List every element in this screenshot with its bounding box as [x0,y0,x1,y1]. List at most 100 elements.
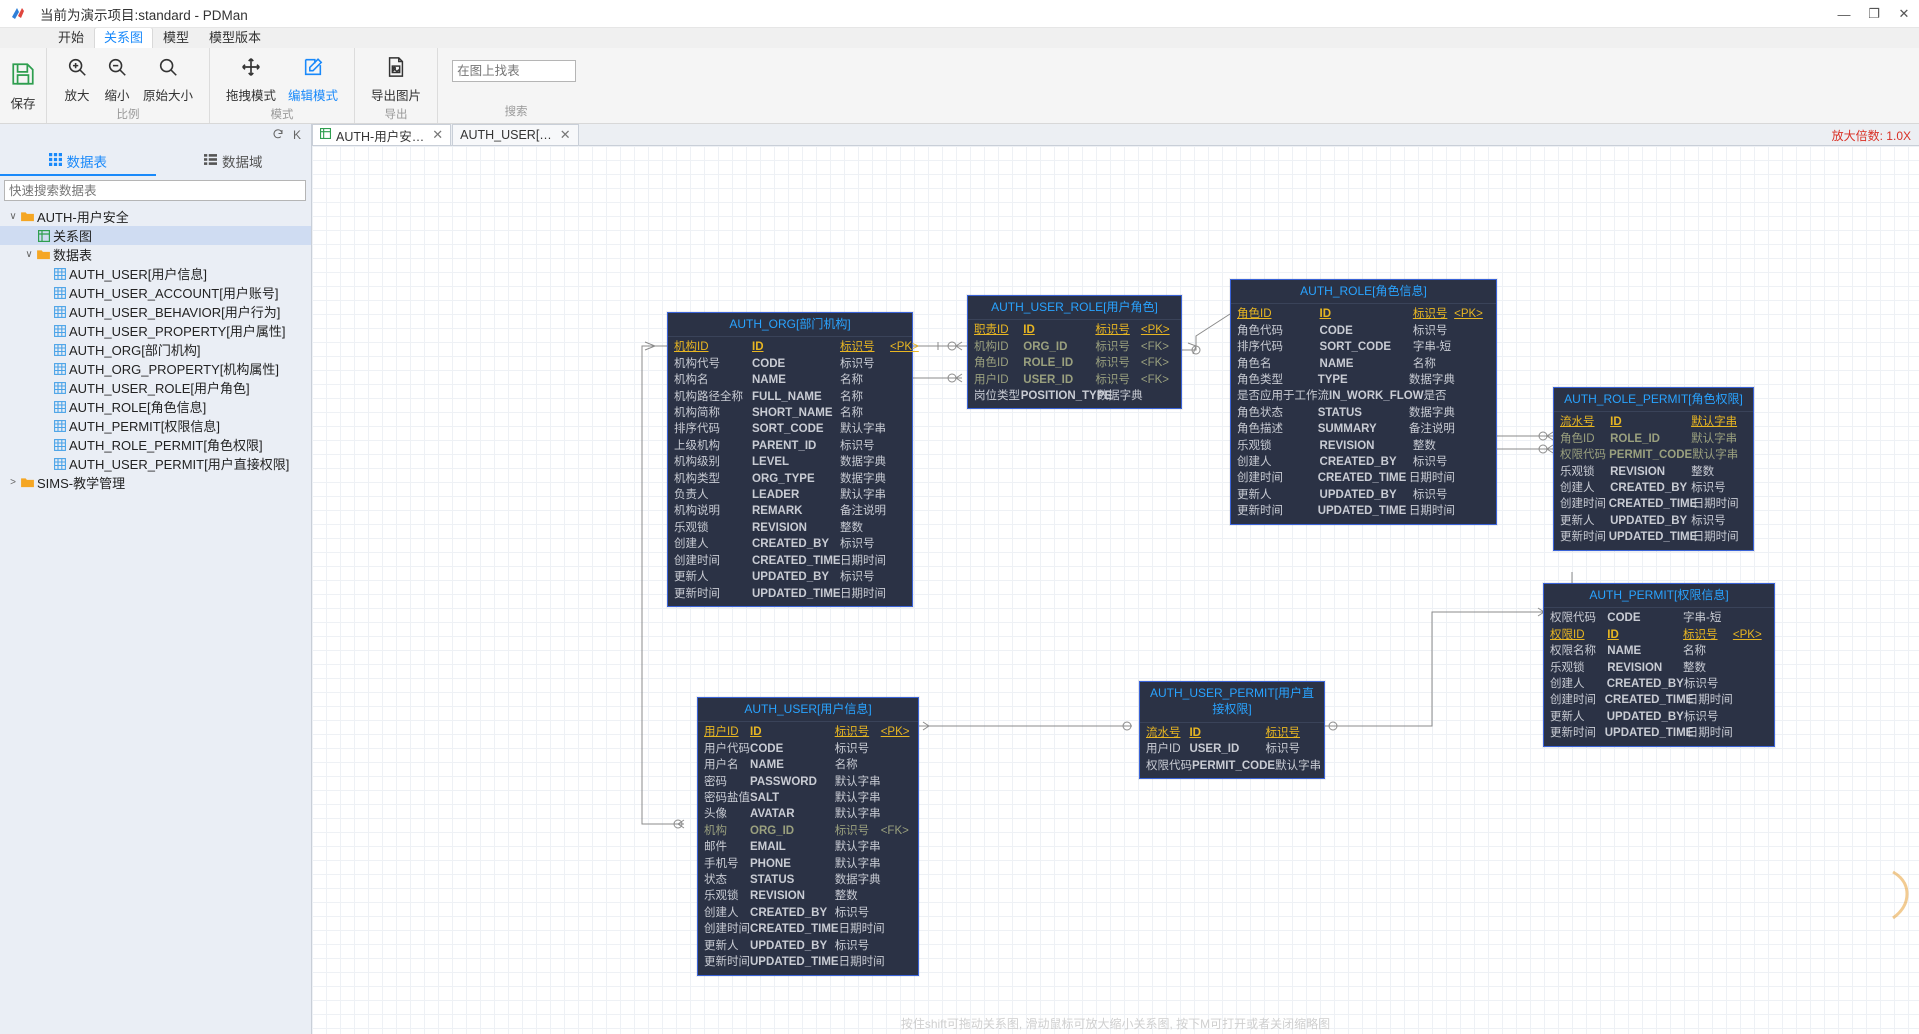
tree-item[interactable]: AUTH_ORG_PROPERTY[机构属性] [0,359,311,378]
er-table-row[interactable]: 权限名称 NAME 名称 [1550,643,1768,659]
er-table-row[interactable]: 状态 STATUS 数据字典 [704,872,912,888]
er-table-row[interactable]: 流水号 ID 默认字串 [1560,414,1747,430]
er-table-row[interactable]: 更新时间 UPDATED_TIME 日期时间 [704,954,912,970]
tree-item[interactable]: AUTH_ROLE_PERMIT[角色权限] [0,435,311,454]
menu-item-model-version[interactable]: 模型版本 [199,27,271,48]
er-table-row[interactable]: 机构ID ID 标识号 <PK> [674,339,919,355]
er-table-row[interactable]: 创建人 CREATED_BY 标识号 [1550,676,1768,692]
er-table[interactable]: AUTH_USER_ROLE[用户角色] 职责ID ID 标识号 <PK> 机构ID ORG… [967,295,1182,410]
er-table-row[interactable]: 更新人 UPDATED_BY 标识号 [704,938,912,954]
find-table-input[interactable] [452,60,577,82]
er-table-row[interactable]: 角色ID ID 标识号 <PK> [1237,306,1490,322]
er-table-row[interactable]: 乐观锁 REVISION 整数 [704,888,912,904]
er-table-row[interactable]: 更新时间 UPDATED_TIME 日期时间 [1237,503,1490,519]
tab-data-domains[interactable]: 数据域 [156,146,312,176]
er-table-row[interactable]: 创建时间 CREATED_TIME 日期时间 [1237,470,1490,486]
er-table-row[interactable]: 角色描述 SUMMARY 备注说明 [1237,421,1490,437]
drag-mode-button[interactable]: 拖拽模式 [220,54,282,106]
er-table-row[interactable]: 机构级别 LEVEL 数据字典 [674,454,906,470]
er-table[interactable]: AUTH_ROLE_PERMIT[角色权限] 流水号 ID 默认字串 角色ID ROLE_… [1553,387,1754,551]
er-table-row[interactable]: 乐观锁 REVISION 整数 [1560,464,1747,480]
chevron-icon[interactable]: ∨ [6,211,20,222]
refresh-icon[interactable] [272,128,284,143]
quick-search-input[interactable] [4,180,306,201]
tree-item[interactable]: AUTH_USER[用户信息] [0,264,311,283]
er-table-row[interactable]: 机构路径全称 FULL_NAME 名称 [674,389,906,405]
er-table-row[interactable]: 用户ID USER_ID 标识号 <FK> [974,372,1175,388]
er-table-row[interactable]: 创建人 CREATED_BY 标识号 [1237,454,1490,470]
maximize-button[interactable]: ❐ [1859,0,1889,28]
er-table-row[interactable]: 上级机构 PARENT_ID 标识号 [674,438,906,454]
er-table-row[interactable]: 乐观锁 REVISION 整数 [674,520,906,536]
er-table-row[interactable]: 创建人 CREATED_BY 标识号 [1560,480,1747,496]
er-table-row[interactable]: 创建时间 CREATED_TIME 日期时间 [704,921,912,937]
er-table[interactable]: AUTH_USER_PERMIT[用户直接权限] 流水号 ID 标识号 用户ID USER… [1139,681,1325,780]
er-table-row[interactable]: 机构 ORG_ID 标识号 <FK> [704,823,912,839]
chevron-icon[interactable]: > [6,477,20,488]
er-table-row[interactable]: 创建人 CREATED_BY 标识号 [674,536,906,552]
er-table-row[interactable]: 权限代码 CODE 字串-短 [1550,610,1768,626]
save-button[interactable]: 保存 [0,48,47,123]
er-table-row[interactable]: 创建时间 CREATED_TIME 日期时间 [1550,692,1768,708]
minimize-button[interactable]: — [1829,0,1859,28]
er-table-row[interactable]: 更新人 UPDATED_BY 标识号 [1237,487,1490,503]
tree-item[interactable]: AUTH_USER_ROLE[用户角色] [0,378,311,397]
er-table-row[interactable]: 创建时间 CREATED_TIME 日期时间 [674,553,906,569]
er-table-row[interactable]: 流水号 ID 标识号 [1146,725,1318,741]
er-table-row[interactable]: 是否应用于工作流 IN_WORK_FLOW 是否 [1237,388,1490,404]
er-table-row[interactable]: 乐观锁 REVISION 整数 [1237,438,1490,454]
tree-item[interactable]: > SIMS-教学管理 [0,473,311,492]
tree-item[interactable]: AUTH_ROLE[角色信息] [0,397,311,416]
er-table-row[interactable]: 密码 PASSWORD 默认字串 [704,774,912,790]
close-icon[interactable]: ✕ [432,127,443,143]
zoom-in-button[interactable]: 放大 [57,54,97,106]
tree-item[interactable]: ∨ 数据表 [0,245,311,264]
tree-item[interactable]: AUTH_USER_BEHAVIOR[用户行为] [0,302,311,321]
er-table-row[interactable]: 手机号 PHONE 默认字串 [704,856,912,872]
close-button[interactable]: ✕ [1889,0,1919,28]
er-table-row[interactable]: 更新人 UPDATED_BY 标识号 [674,569,906,585]
er-table-row[interactable]: 机构说明 REMARK 备注说明 [674,503,906,519]
er-table-row[interactable]: 更新人 UPDATED_BY 标识号 [1560,513,1747,529]
tree-item[interactable]: AUTH_USER_PERMIT[用户直接权限] [0,454,311,473]
chevron-icon[interactable]: ∨ [22,249,36,260]
er-table-row[interactable]: 更新人 UPDATED_BY 标识号 [1550,709,1768,725]
canvas-tab-diagram[interactable]: AUTH-用户安… ✕ [312,124,452,145]
er-table-row[interactable]: 机构代号 CODE 标识号 [674,356,906,372]
tree-item[interactable]: AUTH_PERMIT[权限信息] [0,416,311,435]
er-table-row[interactable]: 角色代码 CODE 标识号 [1237,323,1490,339]
er-table-row[interactable]: 职责ID ID 标识号 <PK> [974,322,1175,338]
er-table-row[interactable]: 邮件 EMAIL 默认字串 [704,839,912,855]
tree-item[interactable]: AUTH_ORG[部门机构] [0,340,311,359]
er-table-row[interactable]: 排序代码 SORT_CODE 字串-短 [1237,339,1490,355]
tree-item[interactable]: AUTH_USER_ACCOUNT[用户账号] [0,283,311,302]
er-table-row[interactable]: 权限代码 PERMIT_CODE 默认字串 [1560,447,1747,463]
er-table-row[interactable]: 更新时间 UPDATED_TIME 日期时间 [1560,529,1747,545]
tree-item[interactable]: ∨ AUTH-用户安全 [0,207,311,226]
tab-data-tables[interactable]: 数据表 [0,146,156,176]
sidebar-collapse-button[interactable]: K [293,128,301,142]
export-image-button[interactable]: 导出图片 [365,54,427,106]
close-icon[interactable]: ✕ [560,127,571,143]
er-table-row[interactable]: 机构名 NAME 名称 [674,372,906,388]
menu-item-start[interactable]: 开始 [48,27,94,48]
er-table-row[interactable]: 用户代码 CODE 标识号 [704,741,912,757]
er-table[interactable]: AUTH_ROLE[角色信息] 角色ID ID 标识号 <PK> 角色代码 CODE 标识号排… [1230,279,1497,525]
er-table[interactable]: AUTH_ORG[部门机构] 机构ID ID 标识号 <PK> 机构代号 CODE 标识号 机构… [667,312,919,607]
er-table-row[interactable]: 创建人 CREATED_BY 标识号 [704,905,912,921]
er-table-row[interactable]: 用户ID USER_ID 标识号 [1146,741,1318,757]
er-table-row[interactable]: 机构简称 SHORT_NAME 名称 [674,405,906,421]
er-table-row[interactable]: 权限ID ID 标识号 <PK> [1550,627,1768,643]
er-table-row[interactable]: 更新时间 UPDATED_TIME 日期时间 [1550,725,1768,741]
menu-item-diagram[interactable]: 关系图 [94,27,154,48]
er-table-row[interactable]: 角色名 NAME 名称 [1237,356,1490,372]
er-table-row[interactable]: 乐观锁 REVISION 整数 [1550,660,1768,676]
er-table[interactable]: AUTH_USER[用户信息] 用户ID ID 标识号 <PK> 用户代码 CODE 标识号用… [697,697,919,976]
er-table-row[interactable]: 岗位类型 POSITION_TYPE 数据字典 [974,388,1175,404]
er-table-row[interactable]: 角色ID ROLE_ID 默认字串 [1560,431,1747,447]
er-diagram-canvas[interactable]: AUTH_ORG[部门机构] 机构ID ID 标识号 <PK> 机构代号 CODE 标识号 机构… [312,146,1919,1034]
er-table[interactable]: AUTH_PERMIT[权限信息] 权限代码 CODE 字串-短 权限ID ID 标识号 <P… [1543,583,1775,747]
er-table-row[interactable]: 角色ID ROLE_ID 标识号 <FK> [974,355,1175,371]
edit-mode-button[interactable]: 编辑模式 [282,54,344,106]
zoom-reset-button[interactable]: 原始大小 [137,54,199,106]
